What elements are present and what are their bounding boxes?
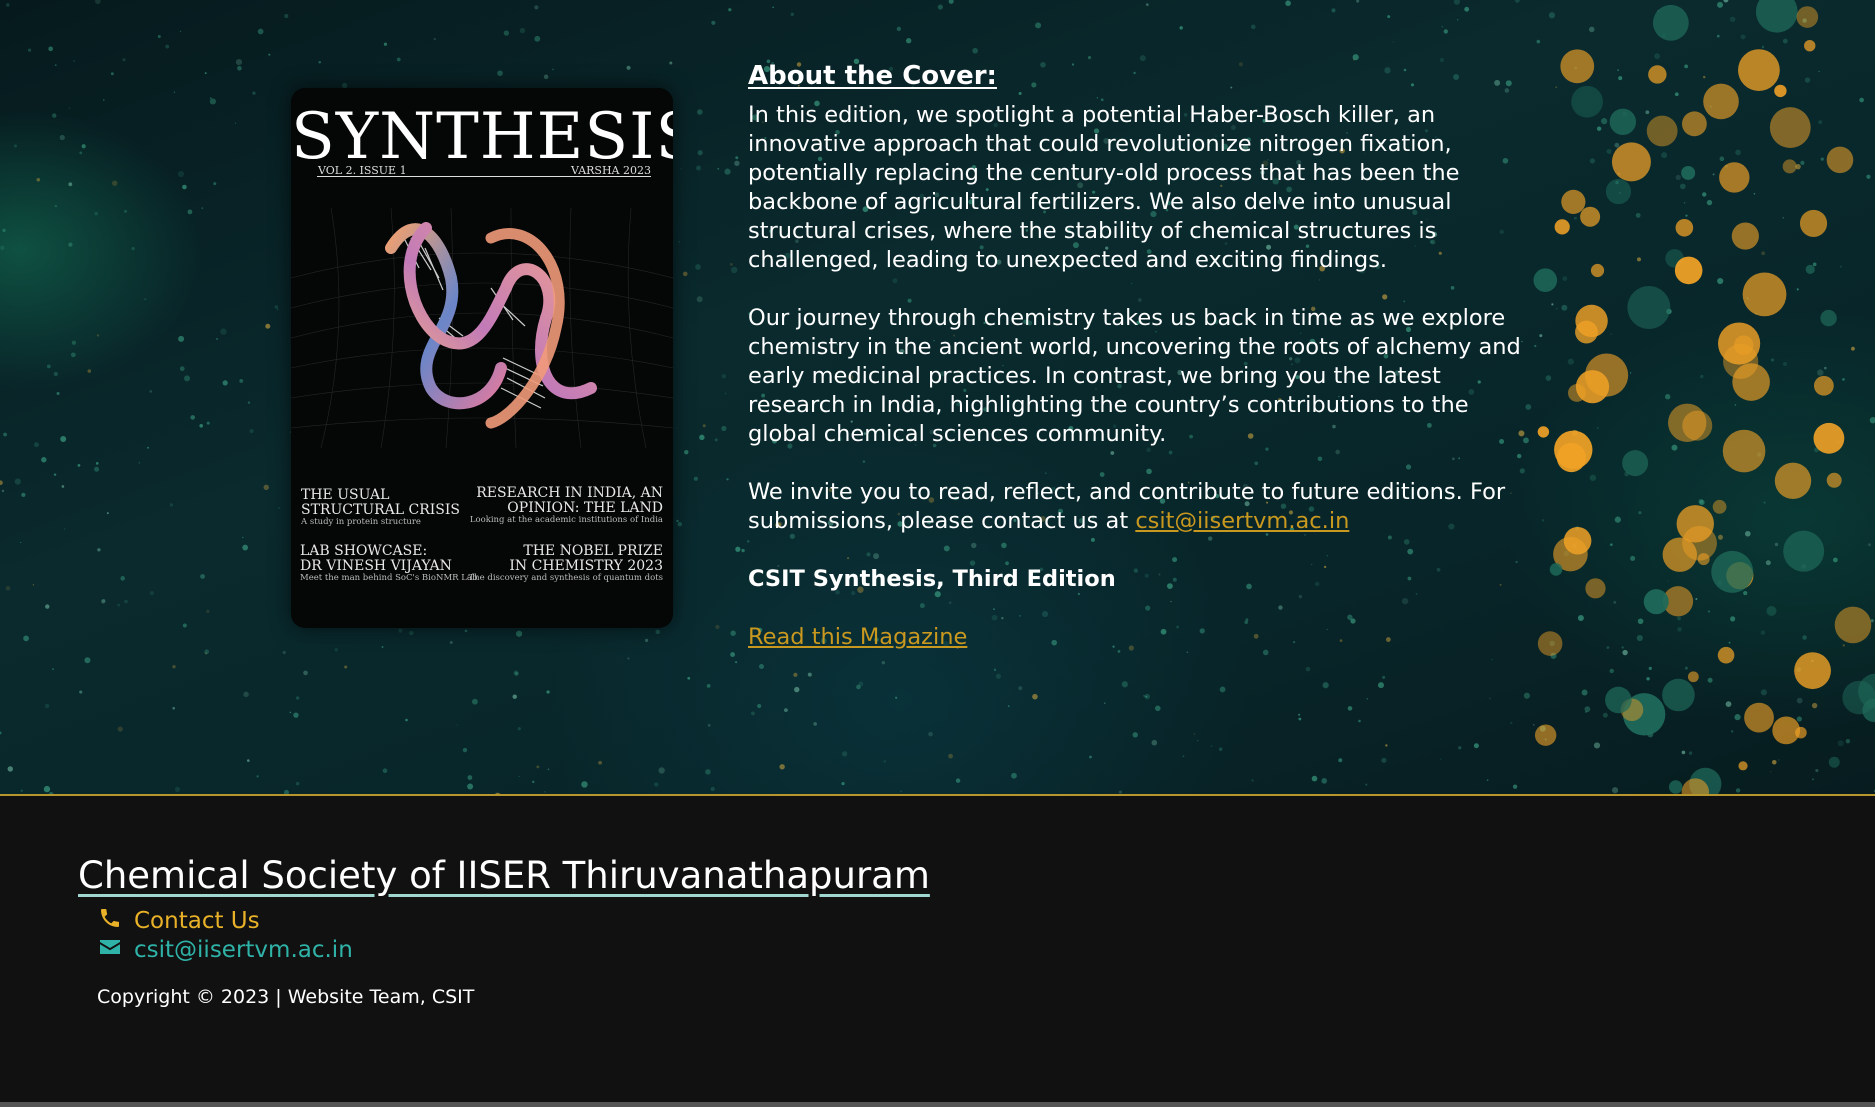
magazine-cover[interactable]: SYNTHESIS VOL 2. ISSUE 1 VARSHA 2023 THE… — [291, 88, 673, 628]
about-paragraph-2: Our journey through chemistry takes us b… — [748, 305, 1521, 447]
org-name-link[interactable]: Chemical Society of IISER Thiruvanathapu… — [78, 854, 930, 897]
about-paragraph-1: In this edition, we spotlight a potentia… — [748, 102, 1460, 273]
hero-section: SYNTHESIS VOL 2. ISSUE 1 VARSHA 2023 THE… — [0, 0, 1875, 796]
envelope-icon — [98, 935, 122, 965]
copyright-text: Copyright © 2023 | Website Team, CSIT — [97, 986, 475, 1008]
invite-text: We invite you to read, reflect, and cont… — [748, 479, 1506, 534]
contact-us-link[interactable]: Contact Us — [98, 906, 260, 936]
footer: Chemical Society of IISER Thiruvanathapu… — [0, 798, 1875, 1107]
about-section: About the Cover: In this edition, we spo… — [748, 62, 1538, 652]
dna-helix-illustration — [291, 208, 673, 448]
bottom-scroll-bar — [0, 1102, 1875, 1107]
phone-icon — [98, 906, 122, 936]
cover-section-lab-showcase: LAB SHOWCASE: DR VINESH VIJAYAN Meet the … — [300, 543, 478, 584]
footer-email-link[interactable]: csit@iisertvm.ac.in — [98, 935, 353, 965]
contact-us-label: Contact Us — [134, 908, 260, 934]
read-magazine-link[interactable]: Read this Magazine — [748, 624, 967, 650]
cover-section-nobel-prize: THE NOBEL PRIZE IN CHEMISTRY 2023 The dis… — [468, 543, 663, 584]
section-divider — [0, 794, 1875, 796]
cover-title: SYNTHESIS — [291, 100, 673, 174]
edition-label: CSIT Synthesis, Third Edition — [748, 566, 1116, 592]
email-link[interactable]: csit@iisertvm.ac.in — [1135, 508, 1349, 534]
about-paragraph-3: We invite you to read, reflect, and cont… — [748, 478, 1538, 536]
about-heading: About the Cover: — [748, 61, 997, 91]
footer-email-label: csit@iisertvm.ac.in — [134, 937, 353, 963]
cover-section-structural-crisis: THE USUAL STRUCTURAL CRISIS A study in pr… — [301, 487, 461, 528]
cover-divider — [317, 176, 651, 177]
cover-section-research-india: RESEARCH IN INDIA, AN OPINION: THE LAND L… — [469, 485, 663, 526]
